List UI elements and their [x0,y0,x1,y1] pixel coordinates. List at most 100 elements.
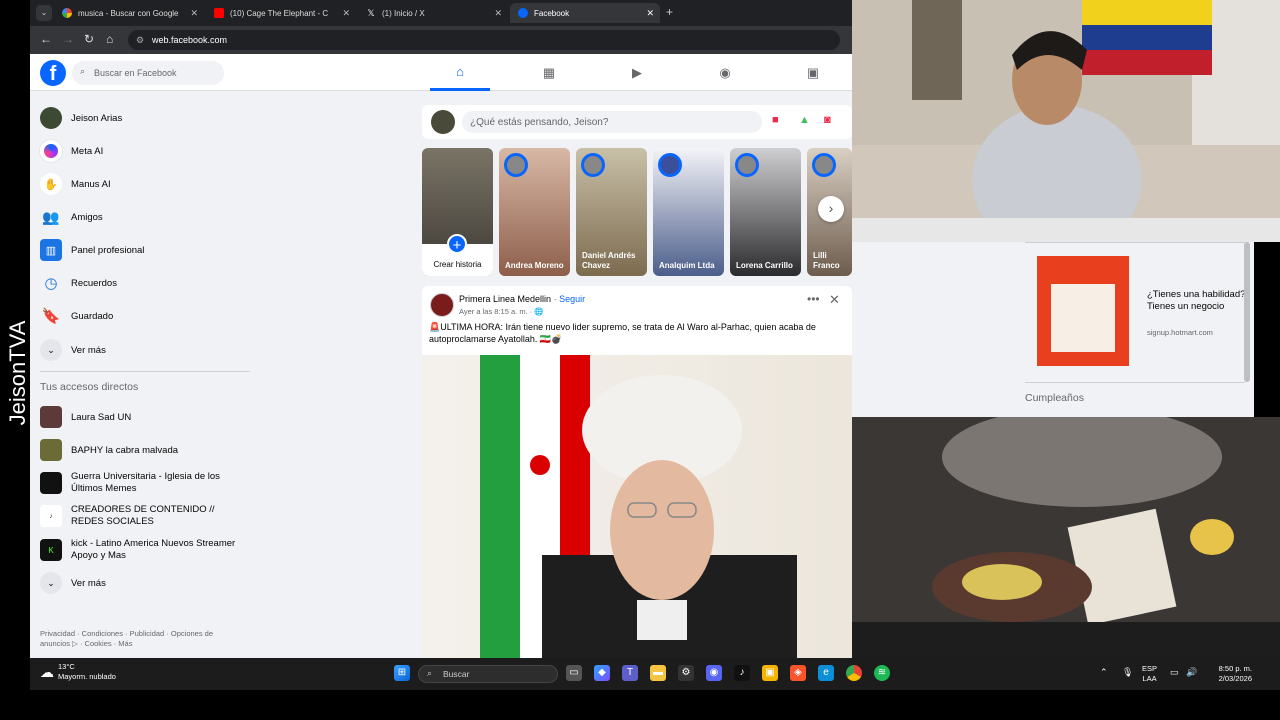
close-icon[interactable]: ✕ [829,292,840,308]
back-icon[interactable]: ← [40,32,52,46]
site-info-icon[interactable]: ⚙ [136,35,144,46]
tab-x[interactable]: 𝕏 (1) Inicio / X ✕ [358,3,508,23]
sidebar-see-more[interactable]: ⌄ Ver más [40,337,106,363]
sidebar-item-manus-ai[interactable]: ✋ Manus AI [40,171,111,197]
close-icon[interactable]: ✕ [342,8,350,19]
chevron-up-icon[interactable]: ⌃ [1100,667,1108,677]
new-tab-button[interactable]: + [666,5,673,19]
chrome-icon[interactable] [846,665,862,681]
ad-title[interactable]: ¿Tienes una habilidad? Tienes un negocio [1147,289,1247,313]
network-icon[interactable]: ▭ [1170,667,1179,677]
nav-home-icon[interactable]: ⌂ [430,54,490,91]
tab-list-button[interactable]: ⌄ [36,5,52,21]
follow-button[interactable]: Seguir [559,294,585,304]
search-icon: ⌕ [80,66,86,76]
copilot-icon[interactable]: ◆ [594,665,610,681]
nav-dashboard-icon[interactable]: ▦ [519,54,579,91]
tab-google[interactable]: musica - Buscar con Google ✕ [54,3,204,23]
app-icon[interactable]: ▣ [762,665,778,681]
ad-photo [1051,284,1115,352]
shortcut-item[interactable]: Guerra Universitaria - Iglesia de los Úl… [40,470,240,496]
clock[interactable]: 8:50 p. m. 2/03/2026 [1204,664,1252,684]
sidebar-item-label: Ver más [71,344,106,356]
sidebar-item-memories[interactable]: ◷ Recuerdos [40,270,117,296]
file-explorer-icon[interactable]: ▬ [650,665,666,681]
stories-tray: + Crear historia Andrea Moreno Daniel An… [422,148,852,276]
shortcut-item[interactable]: K kick - Latino America Nuevos Streamer … [40,537,240,563]
nav-groups-icon[interactable]: ◉ [695,54,755,91]
volume-icon[interactable]: 🔊 [1186,667,1197,677]
ad-image[interactable] [1037,256,1129,366]
spotify-icon[interactable]: ≋ [874,665,890,681]
facebook-search-input[interactable]: ⌕ Buscar en Facebook [72,61,224,85]
plus-icon: + [447,234,467,254]
sidebar-item-saved[interactable]: 🔖 Guardado [40,303,114,329]
sidebar-item-profile[interactable]: Jeison Arias [40,105,122,131]
reload-icon[interactable]: ↻ [84,32,94,46]
weather-widget[interactable]: ☁ 13°C Mayorm. nublado [40,662,116,682]
url-field[interactable]: ⚙ web.facebook.com [128,30,840,50]
shortcut-item[interactable]: ♪ CREADORES DE CONTENIDO // REDES SOCIAL… [40,503,240,529]
cloud-icon: ☁ [40,664,54,680]
live-video-icon[interactable]: ■ [772,114,788,128]
close-icon[interactable]: ✕ [190,8,198,19]
photo-icon[interactable]: ▲ [799,114,815,128]
shortcut-label: CREADORES DE CONTENIDO // REDES SOCIALES [71,504,215,527]
post-author-name[interactable]: Primera Linea Medellin [459,294,551,304]
avatar [581,153,605,177]
sidebar-item-meta-ai[interactable]: Meta AI [40,138,103,164]
forward-icon[interactable]: → [62,32,74,46]
home-icon[interactable]: ⌂ [106,32,113,46]
taskbar-search[interactable]: ⌕ Buscar [418,665,558,683]
windows-start-icon[interactable]: ⊞ [394,665,410,681]
facebook-page: f ⌕ Buscar en Facebook ⌂ ▦ ▶ ◉ ▣ Jeison … [30,54,852,658]
avatar[interactable] [431,110,455,134]
tab-title: musica - Buscar con Google [78,8,179,18]
group-avatar [40,406,62,428]
nav-video-icon[interactable]: ▶ [607,54,667,91]
sidebar-divider [40,371,250,372]
teams-icon[interactable]: T [622,665,638,681]
browser-tab-bar: ⌄ musica - Buscar con Google ✕ (10) Cage… [30,0,852,26]
friends-icon: 👥 [42,208,60,225]
composer-input[interactable]: ¿Qué estás pensando, Jeison? [462,111,762,133]
sidebar-item-dashboard[interactable]: ▥ Panel profesional [40,237,144,263]
tab-youtube[interactable]: (10) Cage The Elephant - C ✕ [206,3,356,23]
footer-links[interactable]: Privacidad · Condiciones · Publicidad · … [40,629,240,649]
post-timestamp[interactable]: Ayer a las 8:15 a. m. · 🌐 [459,307,544,316]
shortcut-item[interactable]: Laura Sad UN [40,404,131,430]
story-card[interactable]: Andrea Moreno [499,148,570,276]
search-icon: ⌕ [427,668,433,678]
stories-next-button[interactable]: › [818,196,844,222]
close-icon[interactable]: ✕ [494,8,502,19]
tiktok-icon[interactable]: ♪ [734,665,750,681]
nav-gaming-icon[interactable]: ▣ [783,54,843,91]
microphone-icon[interactable]: 🎙 [1122,667,1133,677]
birthdays-heading: Cumpleaños [1025,392,1084,404]
meta-ai-icon [40,140,62,162]
shortcut-item[interactable]: BAPHY la cabra malvada [40,437,178,463]
facebook-logo[interactable]: f [40,60,66,86]
task-view-icon[interactable]: ▭ [566,665,582,681]
tab-facebook[interactable]: Facebook ✕ [510,3,660,23]
post-image[interactable] [422,355,852,658]
scrollbar[interactable] [1244,242,1250,382]
edge-icon[interactable]: e [818,665,834,681]
settings-icon[interactable]: ⚙ [678,665,694,681]
sidebar-item-friends[interactable]: 👥 Amigos [40,204,102,230]
sidebar-item-label: Guardado [71,310,114,322]
shortcuts-see-more[interactable]: ⌄ Ver más [40,570,106,596]
language-indicator[interactable]: ESP LAA [1142,664,1157,684]
more-options-icon[interactable]: ••• [807,292,820,306]
story-name: Lilli Franco [813,251,840,270]
brave-icon[interactable]: ◈ [790,665,806,681]
post-author-avatar[interactable] [430,293,454,317]
divider [1025,242,1245,243]
close-icon[interactable]: ✕ [646,8,654,19]
story-card[interactable]: Daniel Andrés Chavez [576,148,647,276]
reel-icon[interactable]: ◙ [824,114,840,128]
story-card[interactable]: Analquim Ltda [653,148,724,276]
story-card[interactable]: Lorena Carrillo [730,148,801,276]
create-story-card[interactable]: + Crear historia [422,148,493,276]
discord-icon[interactable]: ◉ [706,665,722,681]
